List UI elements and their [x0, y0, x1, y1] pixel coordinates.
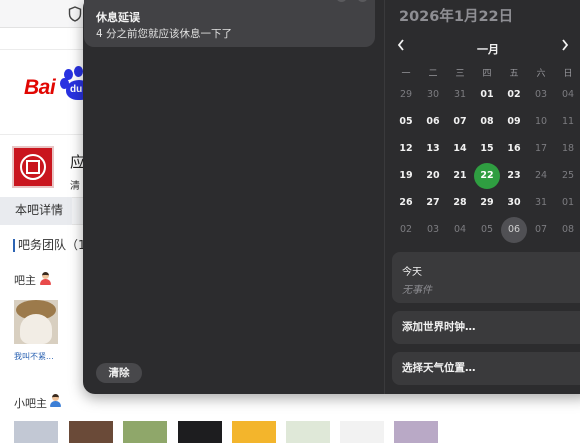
calendar-day[interactable]: 31 [447, 82, 473, 108]
notification-card[interactable]: 休息延误 4 分之前您就应该休息一下了 [84, 0, 375, 47]
calendar-day[interactable]: 06 [420, 109, 446, 135]
month-label: 一月 [477, 43, 499, 56]
calendar-day[interactable]: 21 [447, 163, 473, 189]
weekday-header: 六 [536, 69, 546, 79]
calendar-day[interactable]: 30 [420, 82, 446, 108]
member-avatar[interactable] [69, 421, 113, 443]
calendar-day[interactable]: 01 [555, 190, 580, 216]
calendar-day[interactable]: 23 [501, 163, 527, 189]
owner-label: 吧主 [14, 274, 36, 287]
calendar-day[interactable]: 14 [447, 136, 473, 162]
calendar-day[interactable]: 02 [393, 217, 419, 243]
baidu-paw-text: du [70, 84, 83, 95]
choose-weather-location-button[interactable]: 选择天气位置… [392, 352, 580, 385]
calendar-day[interactable]: 20 [420, 163, 446, 189]
calendar-day-selected[interactable]: 06 [501, 217, 527, 243]
calendar-day[interactable]: 10 [528, 109, 554, 135]
calendar-day[interactable]: 28 [447, 190, 473, 216]
member-avatar[interactable] [394, 421, 438, 443]
forum-subtitle: 清 [70, 181, 80, 192]
calendar-day[interactable]: 04 [555, 82, 580, 108]
member-avatar[interactable] [178, 421, 222, 443]
calendar-day[interactable]: 24 [528, 163, 554, 189]
today-events-card[interactable]: 今天 无事件 [392, 252, 580, 303]
member-avatar[interactable] [123, 421, 167, 443]
calendar-day[interactable]: 09 [501, 109, 527, 135]
member-avatar[interactable] [286, 421, 330, 443]
calendar-header-date[interactable]: 2026年1月22日 [399, 5, 513, 26]
calendar-day[interactable]: 13 [420, 136, 446, 162]
notification-body: 4 分之前您就应该休息一下了 [96, 28, 233, 40]
calendar-day[interactable]: 17 [528, 136, 554, 162]
calendar-day[interactable]: 07 [447, 109, 473, 135]
baidu-logo-text: Bai [24, 76, 56, 99]
calendar-day[interactable]: 31 [528, 190, 554, 216]
notification-calendar-panel: 休息延误 4 分之前您就应该休息一下了 清除 2026年1月22日 一月 今天 … [83, 0, 580, 394]
weekday-header: 日 [563, 69, 573, 79]
forum-avatar[interactable] [12, 146, 54, 188]
calendar-day[interactable]: 16 [501, 136, 527, 162]
owner-person-icon [39, 272, 51, 285]
vice-owner-person-icon [49, 394, 61, 407]
today-title: 今天 [402, 267, 422, 278]
calendar-day[interactable]: 29 [393, 82, 419, 108]
calendar-day[interactable]: 11 [555, 109, 580, 135]
calendar-day[interactable]: 03 [528, 82, 554, 108]
calendar-day-today[interactable]: 22 [474, 163, 500, 189]
calendar-day[interactable]: 03 [420, 217, 446, 243]
owner-avatar[interactable] [14, 300, 58, 344]
weekday-header: 四 [482, 69, 492, 79]
member-avatar[interactable] [340, 421, 384, 443]
page-divider [0, 134, 90, 135]
notification-action-button[interactable] [336, 0, 347, 2]
calendar-day[interactable]: 18 [555, 136, 580, 162]
calendar-day[interactable]: 07 [528, 217, 554, 243]
calendar-day[interactable]: 08 [474, 109, 500, 135]
calendar-day[interactable]: 19 [393, 163, 419, 189]
no-events-text: 无事件 [402, 285, 432, 296]
calendar-day[interactable]: 26 [393, 190, 419, 216]
calendar-day[interactable]: 05 [393, 109, 419, 135]
weekday-header: 五 [509, 69, 519, 79]
member-avatar[interactable] [232, 421, 276, 443]
chevron-left-icon[interactable] [397, 39, 411, 51]
owner-name-link[interactable]: 我叫不紧... [14, 351, 54, 362]
weekday-header: 三 [455, 69, 465, 79]
calendar-day[interactable]: 12 [393, 136, 419, 162]
calendar-day[interactable]: 05 [474, 217, 500, 243]
weekday-header: 一 [401, 69, 411, 79]
calendar-day[interactable]: 15 [474, 136, 500, 162]
shield-icon[interactable] [68, 6, 82, 22]
notification-close-button[interactable] [357, 0, 368, 2]
weekday-header: 二 [428, 69, 438, 79]
calendar-day[interactable]: 01 [474, 82, 500, 108]
member-avatar[interactable] [14, 421, 58, 443]
calendar-day[interactable]: 27 [420, 190, 446, 216]
calendar-day[interactable]: 02 [501, 82, 527, 108]
add-world-clock-button[interactable]: 添加世界时钟… [392, 311, 580, 344]
calendar-day[interactable]: 30 [501, 190, 527, 216]
tab-forum-detail[interactable]: 本吧详情 [0, 197, 72, 225]
calendar-day[interactable]: 25 [555, 163, 580, 189]
notification-list: 休息延误 4 分之前您就应该休息一下了 清除 [83, 0, 384, 394]
team-heading: 吧务团队（1 [13, 239, 86, 252]
calendar-day[interactable]: 04 [447, 217, 473, 243]
notification-title: 休息延误 [96, 11, 140, 24]
panel-separator [384, 0, 385, 394]
clear-button[interactable]: 清除 [96, 363, 142, 383]
vice-owner-label: 小吧主 [14, 397, 47, 410]
chevron-right-icon[interactable] [561, 39, 575, 51]
calendar-day[interactable]: 29 [474, 190, 500, 216]
calendar-day[interactable]: 08 [555, 217, 580, 243]
